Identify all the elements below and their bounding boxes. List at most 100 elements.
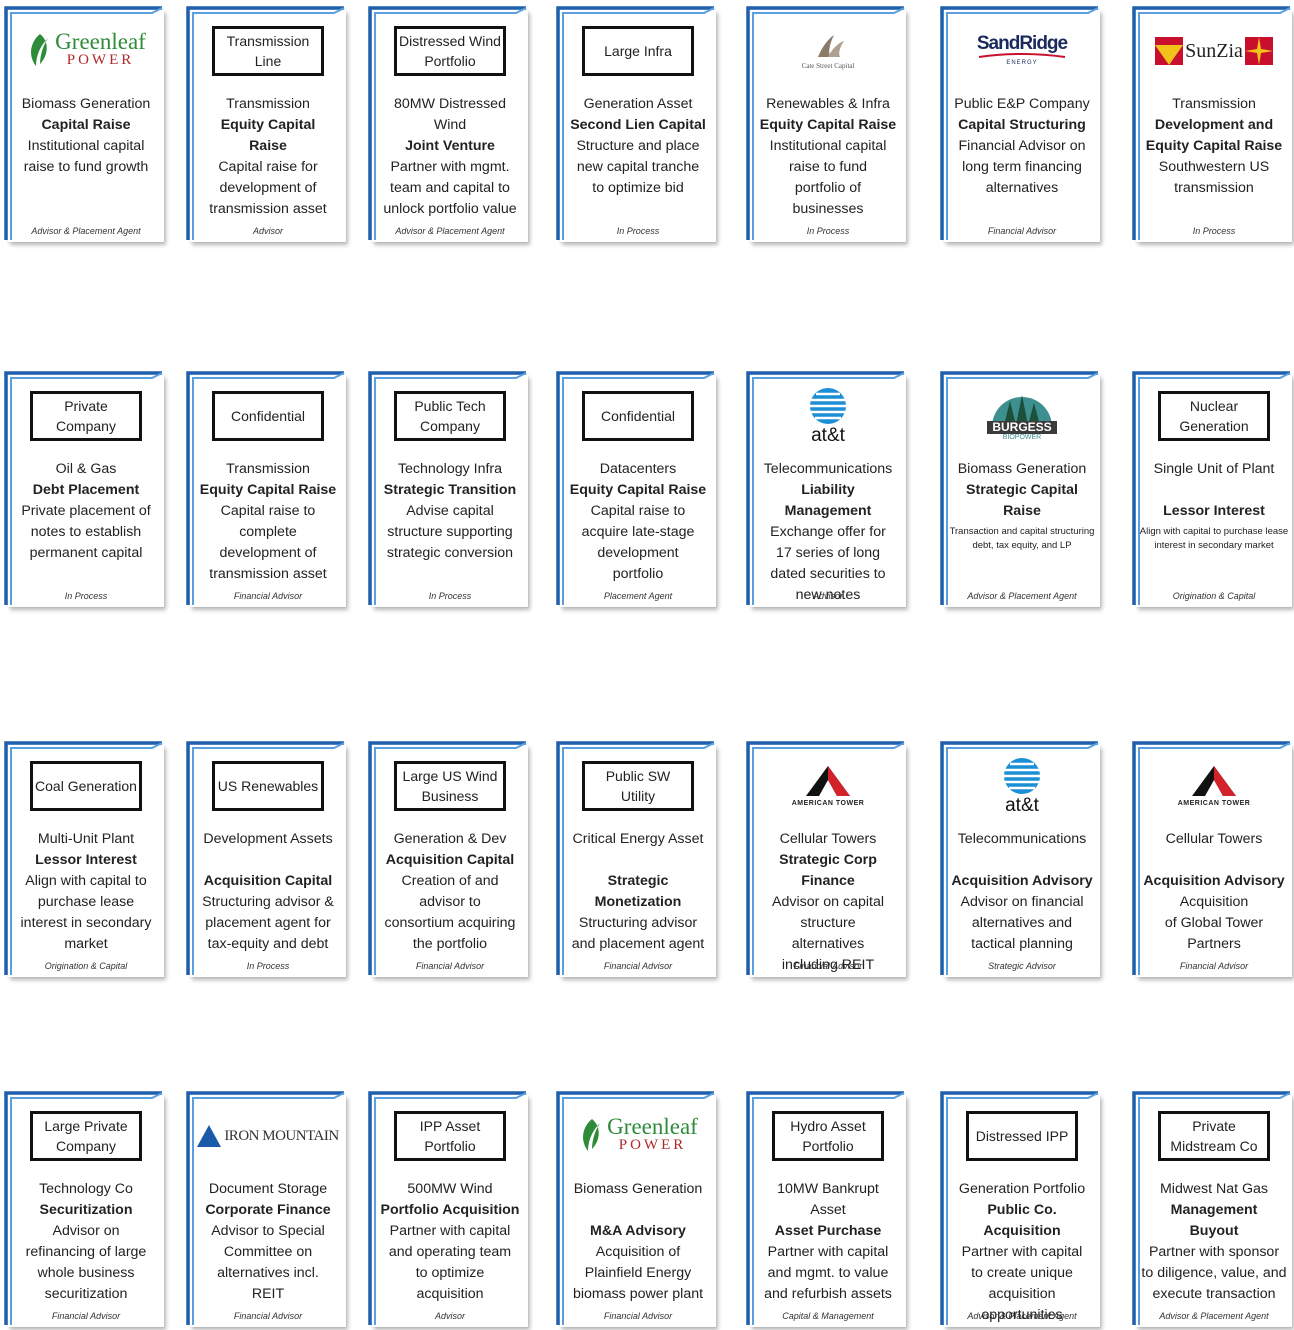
deal-detail: Telecommunications [957,831,1087,847]
deal-type: Management [1170,1202,1258,1218]
deal-detail: acquisition [988,1286,1056,1302]
deal-type: Equity Capital [220,117,316,133]
card-logo-area: Private Company [14,381,158,451]
advisory-role: Placement Agent [603,591,673,601]
deal-detail: Partner with capital [389,1223,511,1239]
logo-text: at&t [1005,795,1039,816]
advisory-role: Advisor [812,591,843,601]
tombstone-card: Public Tech Company Technology Infra Strat… [368,371,528,607]
deal-detail: Cellular Towers [1165,831,1263,847]
deal-detail: Structure and place [576,138,700,154]
card-client-label: Large Infra [582,26,694,76]
card-description: Generation Asset Second Lien Capital Struc… [562,94,714,199]
deal-detail: Cellular Towers [779,831,877,847]
logo-text: BURGESS [987,421,1057,434]
card-description: Critical Energy Asset Strategic Monetizati… [562,829,714,955]
deal-detail: Align with capital to purchase lease int… [1139,526,1289,551]
deal-detail: Acquisition [1179,894,1249,910]
card-logo-area: Greenleaf POWER [566,1101,710,1171]
deal-detail: Advise capital [406,503,494,519]
card-client-label: US Renewables [212,761,324,811]
deal-type: Debt Placement [32,482,140,498]
card-description: Cellular Towers Acquisition Advisory Acqui… [1138,829,1290,955]
tombstone-card: Public SW Utility Critical Energy Asset St… [556,741,716,977]
card-description: Biomass Generation Strategic Capital Raise… [946,459,1098,553]
card-logo-area: Private Midstream Co [1142,1101,1286,1171]
deal-detail: and placement agent [571,936,705,952]
deal-detail: alternatives and [971,915,1073,931]
deal-detail: strategic conversion [386,545,514,561]
tombstone-card: Distressed Wind Portfolio 80MW Distressed… [368,6,528,242]
deal-detail: to create unique [971,1265,1073,1281]
deal-detail: Biomass Generation [957,461,1087,477]
deal-detail: Midwest Nat Gas [1159,1181,1268,1197]
deal-type: Capital Raise [41,117,131,133]
tombstone-card: BURGESS BIOPOWER Biomass Generation Strateg… [940,371,1100,607]
card-logo-area: Nuclear Generation [1142,381,1286,451]
card-description: Oil & Gas Debt Placement Private placement… [10,459,162,564]
card-logo-area: SunZia [1142,16,1286,86]
deal-detail: tax-equity and debt [207,936,329,952]
deal-type: Securitization [39,1202,133,1218]
deal-type: Raise [249,138,287,154]
deal-detail: tactical planning [971,936,1073,952]
deal-detail: Generation & Dev [393,831,507,847]
tombstone-card: Private Midstream Co Midwest Nat Gas Manag… [1132,1091,1292,1327]
att-globe-icon [810,388,846,424]
deal-type: Strategic Corp [779,852,877,868]
deal-type: Acquisition [983,1223,1061,1239]
deal-detail: Generation Asset [583,96,693,112]
advisory-role: Financial Advisor [603,1311,673,1321]
tower-icon [806,765,850,796]
card-description: Transmission Equity Capital Raise Capital r… [192,94,344,220]
deal-detail: Southwestern US [1158,159,1270,175]
tombstone-card: Greenleaf POWER Biomass Generation Capital … [4,6,164,242]
deal-detail: Datacenters [599,461,677,477]
tower-icon [1192,765,1236,796]
deal-detail: execute transaction [1152,1286,1276,1302]
deal-detail: Oil & Gas [55,461,117,477]
advisory-role: In Process [806,226,850,236]
deal-type: Capital Structuring [958,117,1086,133]
advisory-role: Financial Advisor [793,961,863,971]
tombstone-card: Private Company Oil & Gas Debt Placement Pr… [4,371,164,607]
card-logo-area: SandRidge ENERGY [950,16,1094,86]
tombstone-card: Confidential Datacenters Equity Capital Ra… [556,371,716,607]
card-description: Technology Infra Strategic Transition Advi… [374,459,526,564]
deal-detail: to optimize [415,1265,485,1281]
card-description: Transmission Development and Equity Capita… [1138,94,1290,199]
advisory-role: Financial Advisor [51,1311,121,1321]
deal-type: Strategic Transition [383,482,517,498]
card-description: Transmission Equity Capital Raise Capital … [192,459,344,585]
card-logo-area: US Renewables [196,751,340,821]
card-description: Cellular Towers Strategic Corp Finance Advi… [752,829,904,976]
tombstone-card: Large US Wind Business Generation & Dev Ac… [368,741,528,977]
deal-detail: the portfolio [412,936,488,952]
card-description: 80MW Distressed Wind Joint Venture Partner … [374,94,526,220]
card-description: Biomass Generation Capital Raise Instituti… [10,94,162,178]
card-logo-area: AMERICAN TOWER [1142,751,1286,821]
deal-type: Strategic [607,873,669,889]
deal-detail: alternatives incl. [217,1265,319,1281]
card-client-label: Distressed Wind Portfolio [394,26,506,76]
card-description: Renewables & Infra Equity Capital Raise In… [752,94,904,220]
logo-text: IRON MOUNTAIN [224,1127,339,1144]
tombstone-card: Greenleaf POWER Biomass Generation M&A Advi… [556,1091,716,1327]
deal-detail: Public E&P Company [954,96,1090,112]
tombstone-card: Large Private Company Technology Co Securi… [4,1091,164,1327]
card-client-label: Distressed IPP [966,1111,1078,1161]
deal-detail: interest in secondary [20,915,152,931]
deal-detail: Capital raise to [220,503,316,519]
logo-subtext: ENERGY [1006,60,1038,66]
logo-subtext: BIOPOWER [1002,434,1042,441]
deal-detail: Technology Co [39,1181,133,1197]
deal-detail: acquisition [416,1286,484,1302]
deal-detail: Renewables & Infra [766,96,890,112]
deal-detail: Transmission [226,96,310,112]
logo-text: AMERICAN TOWER [791,799,865,807]
logo-text: AMERICAN TOWER [1177,799,1251,807]
deal-detail: Align with capital to [25,873,147,889]
card-client-label: Large Private Company [30,1111,142,1161]
